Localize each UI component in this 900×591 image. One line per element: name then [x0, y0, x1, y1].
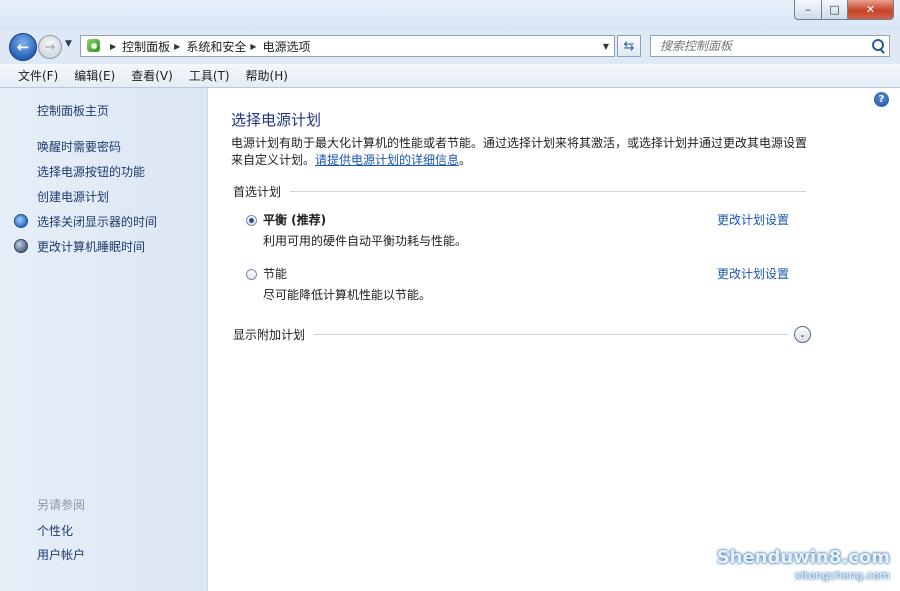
section-divider: [314, 333, 789, 335]
address-bar[interactable]: ▶ 控制面板 ▶ 系统和安全 ▶ 电源选项 ▼: [80, 35, 615, 57]
section-divider: [290, 190, 806, 192]
balanced-plan-radio[interactable]: [246, 215, 257, 226]
breadcrumb-power-options[interactable]: 电源选项: [263, 38, 311, 55]
page-title: 选择电源计划: [231, 111, 322, 129]
forward-arrow-icon: →: [44, 39, 56, 55]
breadcrumb-system-security[interactable]: 系统和安全: [186, 38, 246, 55]
search-icon[interactable]: [869, 37, 887, 55]
balanced-plan-description: 利用可用的硬件自动平衡功耗与性能。: [263, 234, 468, 248]
forward-button[interactable]: →: [38, 35, 62, 59]
watermark-line1: Shenduwin8.com: [716, 547, 890, 568]
breadcrumb-separator-icon[interactable]: ▶: [250, 42, 256, 51]
menu-file[interactable]: 文件(F): [10, 67, 66, 84]
menu-edit[interactable]: 编辑(E): [66, 67, 123, 84]
plan-details-link[interactable]: 请提供电源计划的详细信息: [315, 153, 459, 167]
task-sidebar: 控制面板主页 唤醒时需要密码 选择电源按钮的功能 创建电源计划 选择关闭显示器的…: [0, 88, 208, 591]
breadcrumb-control-panel[interactable]: 控制面板: [122, 38, 170, 55]
power-button-function-link[interactable]: 选择电源按钮的功能: [37, 163, 145, 180]
close-icon: ✕: [865, 3, 876, 16]
description-end: 。: [459, 153, 472, 167]
back-button[interactable]: ←: [9, 33, 37, 61]
power-saver-plan-name[interactable]: 节能: [263, 265, 287, 282]
power-saver-plan-radio[interactable]: [246, 269, 257, 280]
refresh-button[interactable]: ⇆: [617, 35, 641, 57]
main-content: ? 选择电源计划 电源计划有助于最大化计算机的性能或者节能。通过选择计划来将其激…: [208, 88, 900, 591]
recent-pages-dropdown[interactable]: ▼: [65, 39, 72, 49]
menu-tools[interactable]: 工具(T): [181, 67, 238, 84]
control-panel-icon: [85, 38, 103, 54]
preferred-plans-header: 首选计划: [233, 184, 806, 199]
chevron-down-icon: ▼: [65, 39, 72, 49]
search-input[interactable]: [658, 38, 869, 54]
power-saver-change-settings-link[interactable]: 更改计划设置: [717, 265, 789, 282]
additional-plans-label[interactable]: 显示附加计划: [233, 326, 305, 343]
preferred-plans-label: 首选计划: [233, 184, 282, 199]
search-box[interactable]: [650, 35, 890, 57]
watermark-line2: xitongcheng.com: [794, 569, 890, 582]
close-button[interactable]: ✕: [848, 0, 894, 20]
menu-bar: 文件(F) 编辑(E) 查看(V) 工具(T) 帮助(H): [0, 64, 900, 88]
navigation-bar: ← → ▼ ▶ 控制面板 ▶ 系统和安全 ▶ 电源选项 ▼ ⇆: [0, 30, 900, 64]
user-accounts-link[interactable]: 用户帐户: [37, 546, 85, 563]
balanced-plan-name[interactable]: 平衡 (推荐): [263, 211, 326, 228]
display-off-icon: [14, 214, 28, 228]
change-sleep-time-link[interactable]: 更改计算机睡眠时间: [37, 238, 145, 255]
sleep-moon-icon: [14, 239, 28, 253]
back-arrow-icon: ←: [16, 38, 30, 56]
expand-chevron-icon[interactable]: ⌄: [794, 325, 811, 343]
additional-plans-header[interactable]: 显示附加计划 ⌄: [233, 324, 811, 344]
balanced-change-settings-link[interactable]: 更改计划设置: [717, 211, 789, 228]
personalization-link[interactable]: 个性化: [37, 522, 73, 539]
title-bar: – □ ✕: [0, 0, 900, 30]
page-description: 电源计划有助于最大化计算机的性能或者节能。通过选择计划来将其激活，或选择计划并通…: [231, 135, 816, 169]
maximize-button[interactable]: □: [822, 0, 848, 20]
help-glyph: ?: [878, 94, 885, 105]
require-password-on-wakeup-link[interactable]: 唤醒时需要密码: [37, 138, 121, 155]
power-saver-plan-description: 尽可能降低计算机性能以节能。: [263, 288, 432, 302]
display-off-time-link[interactable]: 选择关闭显示器的时间: [37, 213, 157, 230]
minimize-icon: –: [805, 3, 811, 16]
see-also-heading: 另请参阅: [37, 498, 86, 512]
menu-help[interactable]: 帮助(H): [238, 67, 296, 84]
menu-view[interactable]: 查看(V): [123, 67, 181, 84]
help-icon[interactable]: ?: [874, 92, 889, 107]
maximize-icon: □: [829, 3, 840, 16]
minimize-button[interactable]: –: [794, 0, 822, 20]
breadcrumb-separator-icon[interactable]: ▶: [174, 42, 180, 51]
window-controls: – □ ✕: [794, 0, 894, 20]
create-power-plan-link[interactable]: 创建电源计划: [37, 188, 109, 205]
control-panel-home-link[interactable]: 控制面板主页: [37, 102, 109, 119]
breadcrumb-separator-icon[interactable]: ▶: [110, 42, 116, 51]
site-watermark: Shenduwin8.com xitongcheng.com: [717, 549, 890, 585]
refresh-icon: ⇆: [623, 38, 635, 54]
address-history-dropdown[interactable]: ▼: [598, 42, 614, 51]
